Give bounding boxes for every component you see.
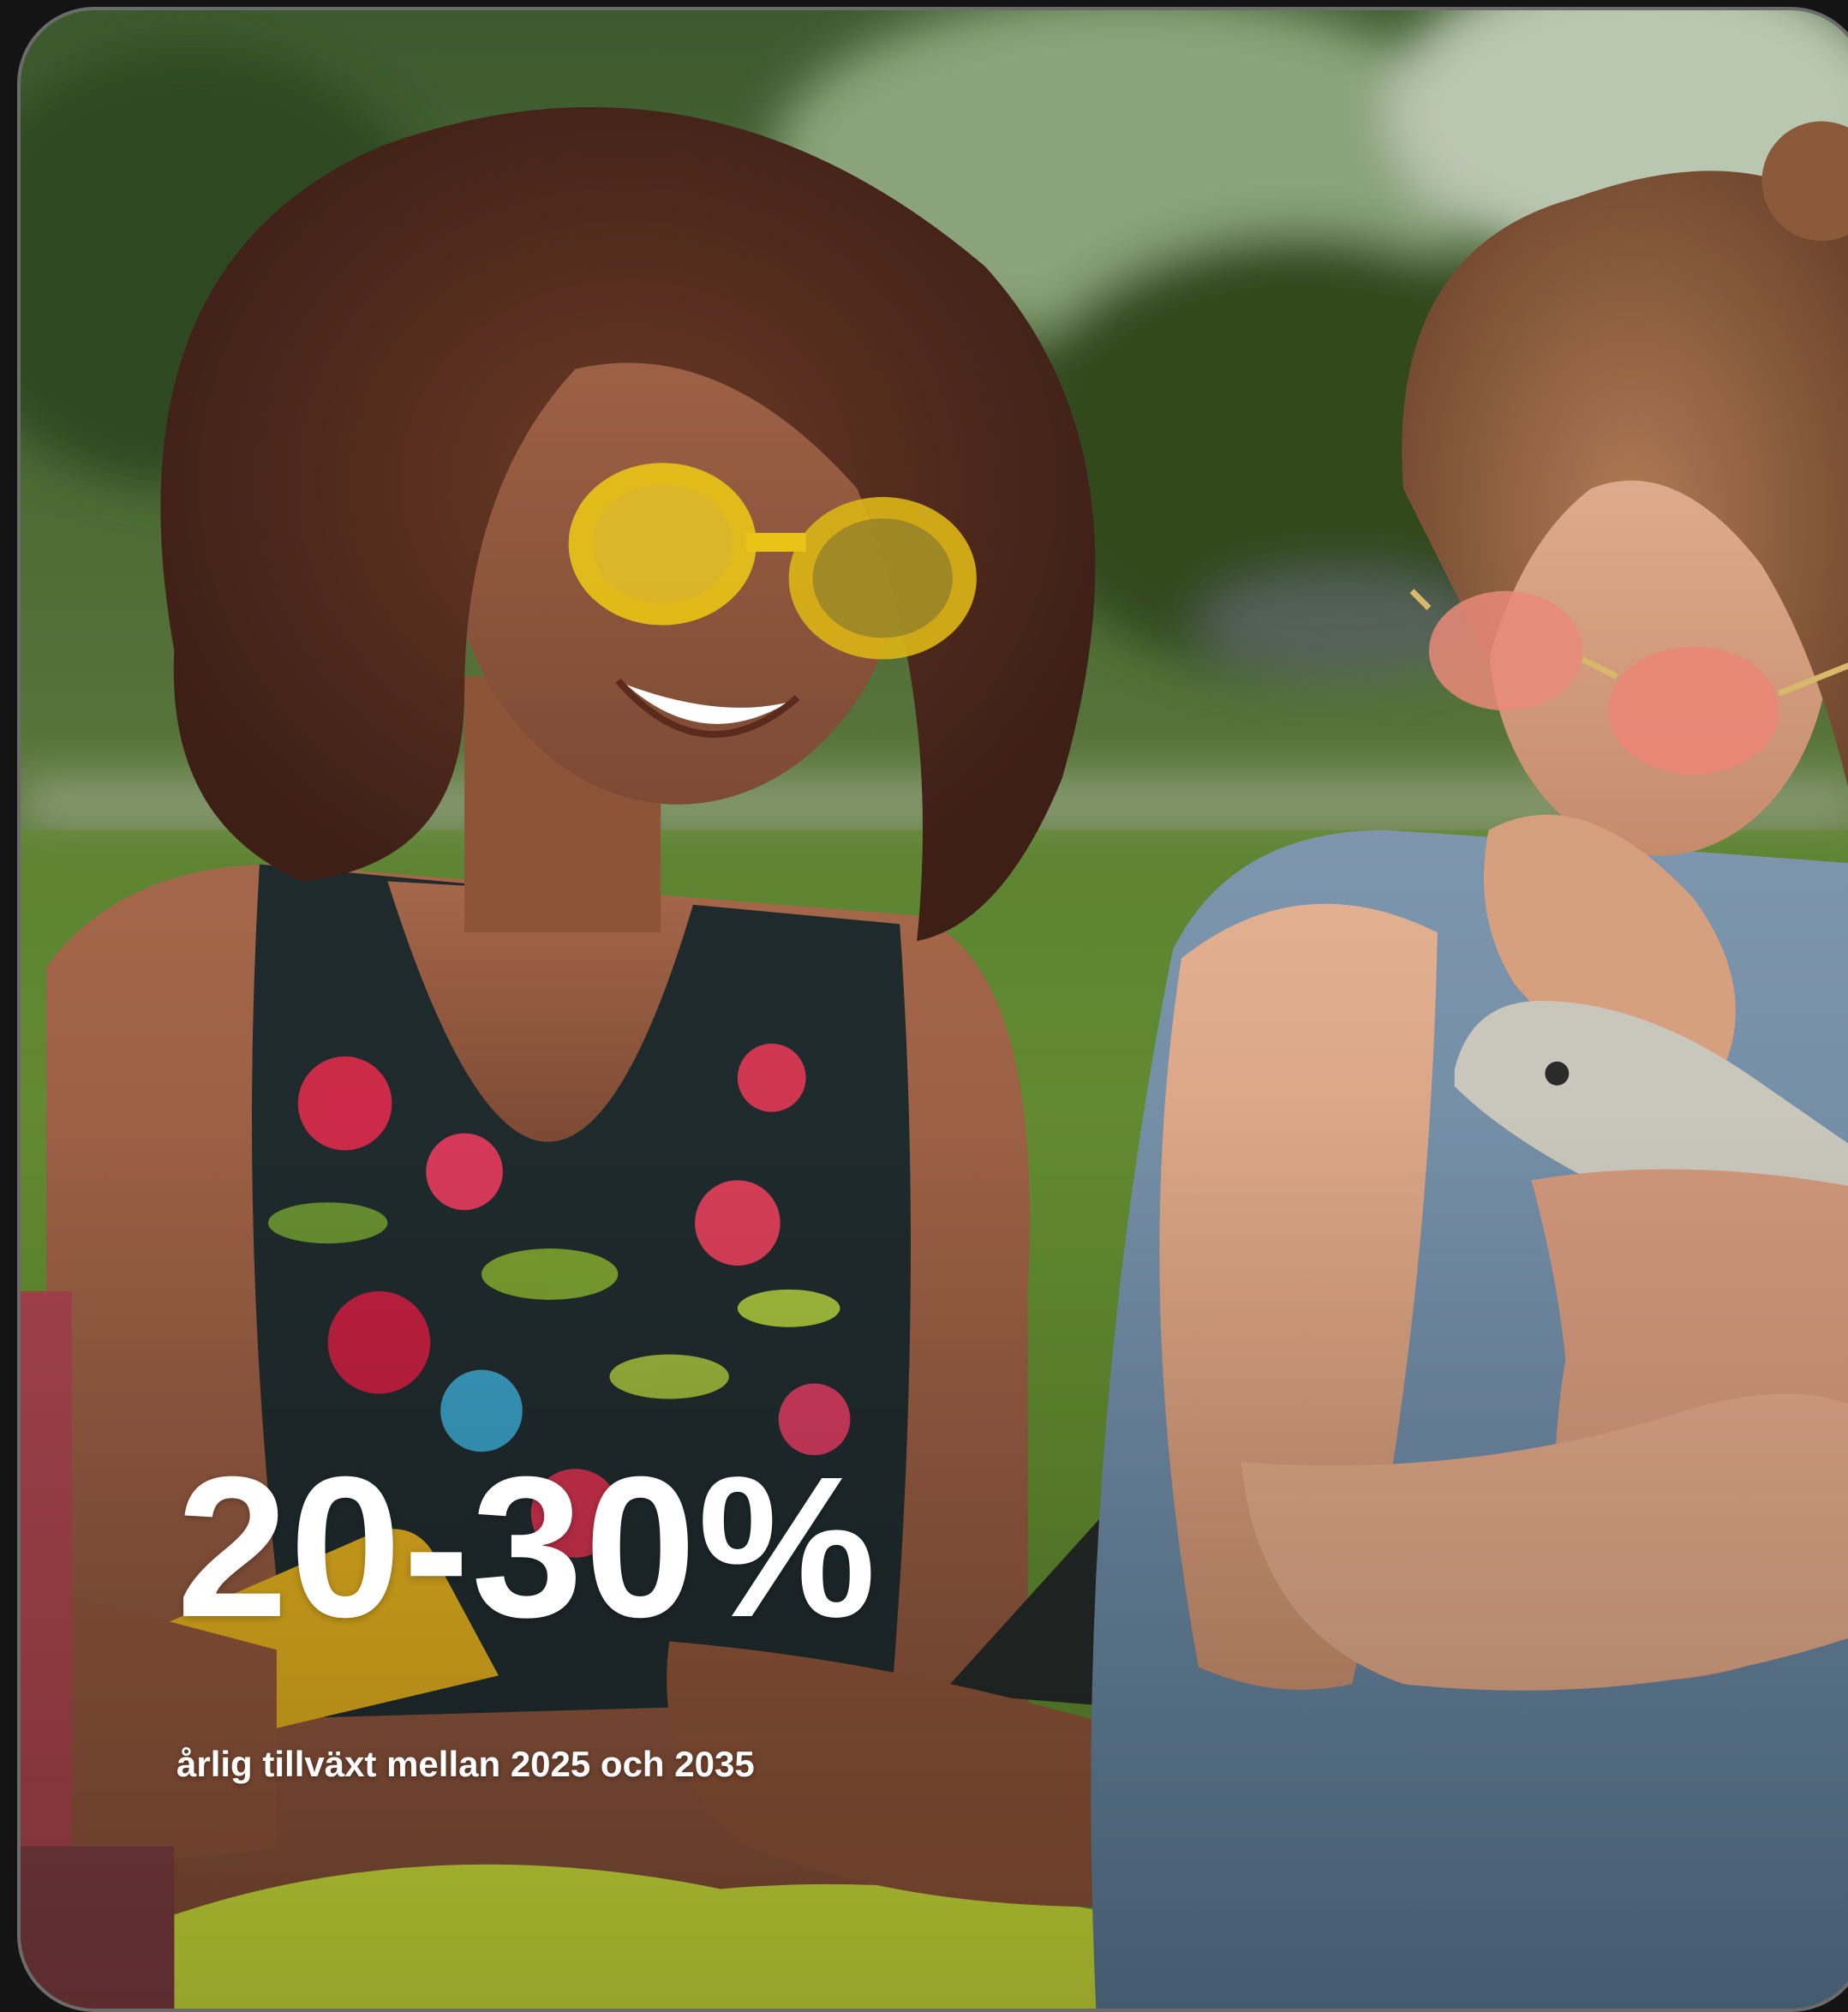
photo-shade-overlay <box>21 10 1848 2009</box>
stat-value: 20-30% <box>176 1434 878 1659</box>
stat-caption: årlig tillväxt mellan 2025 och 2035 <box>176 1744 755 1784</box>
hero-card <box>17 7 1848 2012</box>
